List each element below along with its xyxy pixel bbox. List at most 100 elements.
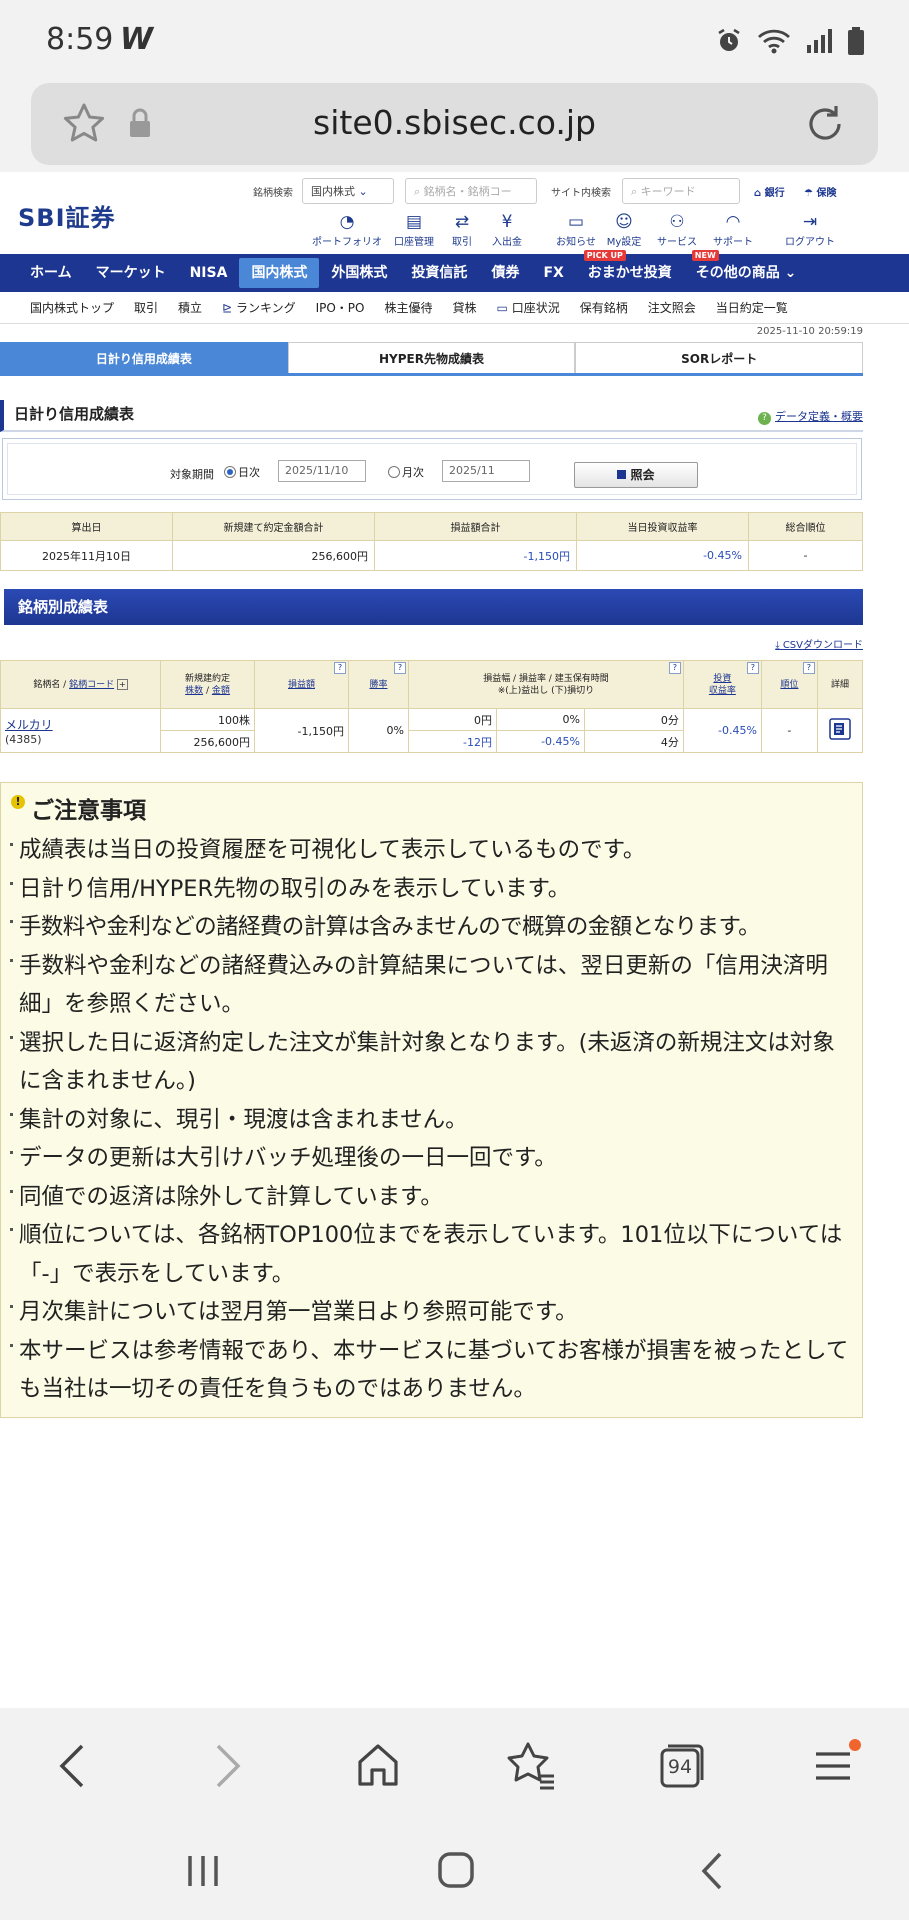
query-button[interactable]: 照会 xyxy=(574,462,698,488)
battery-icon xyxy=(848,27,864,55)
daily-radio-circle[interactable] xyxy=(224,466,236,478)
search-icon: ⌕ xyxy=(414,185,421,198)
nav-other-products[interactable]: NEW その他の商品 ⌄ xyxy=(684,250,809,288)
sort-code-link[interactable]: 銘柄コード xyxy=(69,680,114,690)
service-label: サービス xyxy=(657,237,697,248)
sort-return-link[interactable]: 投資 xyxy=(713,674,731,684)
help-icon[interactable]: ? xyxy=(334,662,346,674)
nav-omakase-label: おまかせ投資 xyxy=(587,265,672,281)
sort-shares-link[interactable]: 株数 xyxy=(185,686,203,696)
brand-name-link[interactable]: メルカリ xyxy=(5,718,53,732)
brand-win-rate: 0% xyxy=(348,708,409,753)
portfolio-label: ポートフォリオ xyxy=(312,237,382,248)
sort-amount-link[interactable]: 金額 xyxy=(212,686,230,696)
monthly-date-input[interactable]: 2025/11 xyxy=(442,460,530,482)
daily-radio[interactable]: 日次 xyxy=(224,464,260,480)
monthly-radio[interactable]: 月次 xyxy=(388,464,424,480)
stock-search-placeholder: 銘柄名・銘柄コー xyxy=(423,185,512,198)
chart-icon: ⊵ xyxy=(222,301,233,315)
detail-icon[interactable] xyxy=(829,718,851,740)
daily-date-input[interactable]: 2025/11/10 xyxy=(278,460,366,482)
sort-win-link[interactable]: 勝率 xyxy=(369,680,387,690)
table-row: メルカリ (4385) 100株 -1,150円 0% 0円 0% 0分 -0.4… xyxy=(0,708,864,753)
tab-daytrade-margin[interactable]: 日計り信用成績表 xyxy=(0,342,288,373)
subnav-account-status[interactable]: ▭ 口座状況 xyxy=(487,299,570,316)
back-icon[interactable] xyxy=(44,1736,104,1796)
help-icon[interactable]: ? xyxy=(802,662,815,674)
system-back-icon[interactable] xyxy=(690,1848,736,1894)
sort-return-link2[interactable]: 収益率 xyxy=(709,686,736,696)
nav-domestic-stocks[interactable]: 国内株式 xyxy=(239,258,320,288)
bank-link[interactable]: ⌂ 銀行 xyxy=(754,184,785,199)
nav-nisa[interactable]: NISA xyxy=(178,258,240,288)
new-amount: 256,600円 xyxy=(160,730,255,753)
nav-bonds[interactable]: 債券 xyxy=(479,258,531,288)
subnav-kashikabu[interactable]: 貸株 xyxy=(443,299,487,316)
tabs-button[interactable]: 94 xyxy=(652,1736,712,1796)
status-icons xyxy=(715,26,865,56)
period-form: 対象期間 日次 2025/11/10 月次 2025/11 照会 xyxy=(2,438,862,500)
subnav-ranking[interactable]: ⊵ ランキング xyxy=(212,299,306,316)
sbi-logo[interactable]: SBI証券 xyxy=(18,198,116,233)
home-icon[interactable] xyxy=(348,1736,408,1796)
site-search-input[interactable]: ⌕ キーワード xyxy=(622,178,740,204)
nav-home[interactable]: ホーム xyxy=(18,258,84,288)
help-icon[interactable]: ? xyxy=(746,662,759,674)
market-select[interactable]: 国内株式 ⌄ xyxy=(302,178,394,204)
wifi-icon xyxy=(758,29,790,54)
overall-rank: - xyxy=(748,540,863,571)
stock-search-input[interactable]: ⌕ 銘柄名・銘柄コー xyxy=(405,178,537,204)
search-icon: ⌕ xyxy=(631,185,638,198)
subnav-executions[interactable]: 当日約定一覧 xyxy=(706,299,798,316)
list-item: 順位については、各銘柄TOP100位までを表示しています。101位以下については… xyxy=(10,1216,852,1293)
trade-label: 取引 xyxy=(452,237,472,248)
header-range2: ※(上)益出し (下)損切り xyxy=(497,685,595,696)
subnav-top[interactable]: 国内株式トップ xyxy=(20,299,124,316)
subnav-yutai[interactable]: 株主優待 xyxy=(374,299,442,316)
market-select-value: 国内株式 xyxy=(311,185,355,198)
card-icon: ▭ xyxy=(496,301,508,315)
tab-sor-report[interactable]: SORレポート xyxy=(575,342,864,373)
bookmarks-icon[interactable] xyxy=(500,1736,560,1796)
address-bar[interactable]: site0.sbisec.co.jp xyxy=(31,83,878,165)
menu-button[interactable] xyxy=(804,1736,864,1796)
notice-header: ! ご注意事項 xyxy=(1,783,862,827)
insurance-link[interactable]: ☂ 保険 xyxy=(804,184,836,199)
logout-button[interactable]: ⇥ ログアウト xyxy=(775,212,845,248)
forward-icon[interactable] xyxy=(196,1736,256,1796)
home-button-icon[interactable] xyxy=(432,1846,480,1894)
help-icon[interactable]: ? xyxy=(394,662,406,674)
up-rate: 0% xyxy=(496,708,585,731)
subnav-orders[interactable]: 注文照会 xyxy=(638,299,706,316)
notice-title: ご注意事項 xyxy=(31,798,146,824)
support-button[interactable]: ◠ サポート xyxy=(698,212,768,248)
summary-header: 算出日 xyxy=(0,512,173,541)
nav-fx[interactable]: FX xyxy=(531,258,575,288)
brand-name-cell: メルカリ (4385) xyxy=(0,708,161,753)
nav-omakase[interactable]: PICK UP おまかせ投資 xyxy=(576,250,684,288)
recent-apps-icon[interactable] xyxy=(180,1848,226,1894)
status-time: 8:59 xyxy=(46,22,114,57)
url-host: site0.sbisec.co.jp xyxy=(313,103,596,142)
data-definition-label: データ定義・概要 xyxy=(775,410,863,423)
nav-funds[interactable]: 投資信託 xyxy=(399,258,479,288)
nav-market[interactable]: マーケット xyxy=(84,258,178,288)
sort-rank-link[interactable]: 順位 xyxy=(780,680,798,690)
monthly-radio-circle[interactable] xyxy=(388,466,400,478)
reload-icon[interactable] xyxy=(802,101,848,147)
deposit-button[interactable]: ¥ 入出金 xyxy=(472,212,542,248)
sort-pl-link[interactable]: 損益額 xyxy=(288,680,315,690)
subnav-tsumitate[interactable]: 積立 xyxy=(168,299,212,316)
sort-icon[interactable]: + xyxy=(116,678,128,690)
subnav-trade[interactable]: 取引 xyxy=(124,299,168,316)
subnav-holdings[interactable]: 保有銘柄 xyxy=(570,299,638,316)
data-definition-link[interactable]: ? データ定義・概要 xyxy=(758,408,863,425)
portfolio-button[interactable]: ◔ ポートフォリオ xyxy=(312,212,382,248)
help-icon[interactable]: ? xyxy=(668,662,681,674)
tab-hyper-futures[interactable]: HYPER先物成績表 xyxy=(287,342,576,373)
daily-label: 日次 xyxy=(238,466,260,479)
nav-foreign-stocks[interactable]: 外国株式 xyxy=(319,258,399,288)
csv-download-link[interactable]: ⤓ CSVダウンロード xyxy=(775,636,863,651)
detail-cell xyxy=(816,708,864,753)
subnav-ipo[interactable]: IPO・PO xyxy=(306,299,375,316)
